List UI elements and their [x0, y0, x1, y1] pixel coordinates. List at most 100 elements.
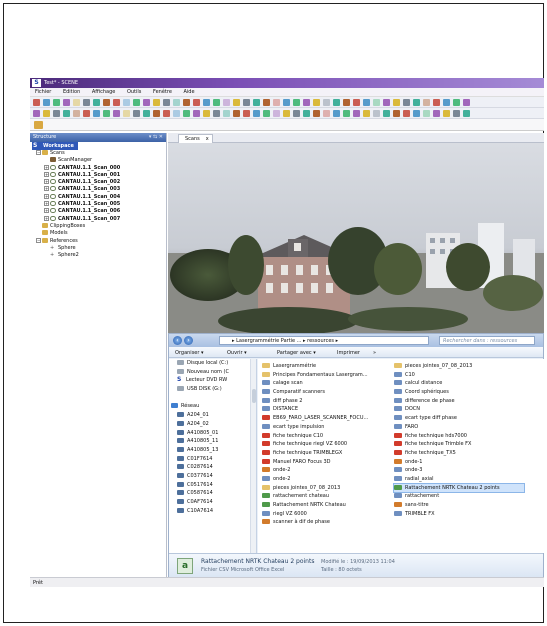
toolbar-tool-icon[interactable] — [333, 109, 340, 117]
expand-icon[interactable]: + — [44, 171, 49, 177]
toolbar-tool-icon[interactable] — [123, 98, 130, 106]
toolbar-tool-icon[interactable] — [43, 98, 50, 106]
tree-node[interactable]: + CANTAU.1.1_Scan_000 — [30, 164, 166, 172]
nav-item[interactable]: A410805_01 — [169, 429, 256, 438]
tree-node[interactable]: + CANTAU.1.1_Scan_003 — [30, 186, 166, 193]
nav-item[interactable]: Nouveau nom (C — [169, 368, 256, 377]
toolbar-tool-icon[interactable] — [53, 109, 60, 117]
tree-node[interactable]: ClippingBoxes — [30, 222, 166, 230]
toolbar-tool-icon[interactable] — [163, 109, 170, 117]
toolbar-tool-icon[interactable] — [373, 98, 380, 106]
file-item[interactable]: EB69_FARO_LASER_SCANNER_FOCU... — [262, 414, 392, 423]
toolbar-tool-icon[interactable] — [413, 98, 420, 106]
file-item[interactable]: FARO — [394, 423, 524, 432]
toolbar-tool-icon[interactable] — [383, 109, 390, 117]
toolbar-tool-icon[interactable] — [213, 98, 220, 106]
toolbar-tool-icon[interactable] — [253, 109, 260, 117]
toolbar-tool-icon[interactable] — [363, 98, 370, 106]
file-item[interactable]: DISTANCE — [262, 405, 392, 414]
breadcrumb[interactable]: ▸ Lasergrammétrie Partie ... ▸ ressource… — [219, 336, 429, 345]
nav-item[interactable]: C01F7614 — [169, 455, 256, 464]
toolbar-tool-icon[interactable] — [413, 109, 420, 117]
tree-node[interactable]: + CANTAU.1.1_Scan_002 — [30, 179, 166, 186]
menu-fichier[interactable]: Fichier — [30, 88, 56, 97]
expand-icon[interactable]: + — [44, 208, 49, 214]
file-item[interactable]: calcul distance — [394, 379, 524, 388]
toolbar-tool-icon[interactable] — [123, 109, 130, 117]
file-item[interactable]: pieces jointes_07_08_2013 — [262, 484, 392, 493]
menu-outils[interactable]: Outils — [122, 88, 146, 97]
tree-node[interactable]: − Scans — [30, 150, 166, 157]
toolbar-tool-icon[interactable] — [173, 98, 180, 106]
toolbar-tool-icon[interactable] — [103, 98, 110, 106]
nav-item[interactable]: A204_01 — [169, 411, 256, 420]
toolbar-tool-icon[interactable] — [93, 109, 100, 117]
menu-affichage[interactable]: Affichage — [87, 88, 121, 97]
toolbar-tool-icon[interactable] — [353, 109, 360, 117]
toolbar-tool-icon[interactable] — [373, 109, 380, 117]
file-item[interactable]: rattachement — [394, 492, 524, 501]
toolbar-tool-icon[interactable] — [303, 109, 310, 117]
toolbar-tool-icon[interactable] — [63, 98, 70, 106]
toolbar-tool-icon[interactable] — [203, 98, 210, 106]
toolbar-tool-icon[interactable] — [453, 109, 460, 117]
folder-tool-icon[interactable] — [34, 121, 43, 129]
file-item[interactable]: fiche technique C10 — [262, 432, 392, 441]
toolbar-tool-icon[interactable] — [273, 109, 280, 117]
file-item[interactable]: sans-titre — [394, 501, 524, 510]
toolbar-tool-icon[interactable] — [143, 109, 150, 117]
print-button[interactable]: Imprimer — [337, 350, 360, 356]
toolbar-tool-icon[interactable] — [283, 109, 290, 117]
file-item[interactable]: Manuel FARO Focus 3D — [262, 458, 392, 467]
collapse-icon[interactable]: − — [36, 237, 41, 243]
file-item[interactable]: fiche technique Trimble FX — [394, 440, 524, 449]
toolbar-tool-icon[interactable] — [93, 98, 100, 106]
file-item[interactable]: fiche technique riegl VZ 6000 — [262, 440, 392, 449]
nav-item[interactable]: A410805_13 — [169, 446, 256, 455]
toolbar-tool-icon[interactable] — [293, 98, 300, 106]
toolbar-tool-icon[interactable] — [453, 98, 460, 106]
tree-node[interactable]: + Sphere2 — [30, 252, 166, 259]
file-item[interactable]: riegl VZ 6000 — [262, 510, 392, 519]
search-input[interactable]: Rechercher dans : ressources — [439, 336, 535, 345]
panel-controls[interactable]: ▾ ⇆ ✕ — [149, 133, 163, 142]
nav-item[interactable]: C10A7614 — [169, 507, 256, 516]
toolbar-tool-icon[interactable] — [433, 98, 440, 106]
tree-node[interactable]: + Sphere — [30, 245, 166, 252]
file-item[interactable]: C10 — [394, 371, 524, 380]
toolbar-tool-icon[interactable] — [153, 109, 160, 117]
toolbar-tool-icon[interactable] — [223, 109, 230, 117]
file-item[interactable]: Comparatif scanners — [262, 388, 392, 397]
file-item[interactable]: Rattachement NRTK Chateau 2 points — [393, 482, 525, 494]
nav-item[interactable]: C0287614 — [169, 463, 256, 472]
toolbar-tool-icon[interactable] — [143, 98, 150, 106]
point-cloud-viewport[interactable] — [168, 143, 544, 333]
toolbar-tool-icon[interactable] — [393, 98, 400, 106]
tree-node[interactable]: − References — [30, 237, 166, 245]
menu-fenetre[interactable]: Fenêtre — [148, 88, 177, 97]
tree-node[interactable]: + CANTAU.1.1_Scan_005 — [30, 201, 166, 208]
tab-scans[interactable]: Scans x — [178, 134, 213, 143]
file-item[interactable]: onde-2 — [262, 475, 392, 484]
toolbar-tool-icon[interactable] — [393, 109, 400, 117]
toolbar-tool-icon[interactable] — [443, 109, 450, 117]
toolbar-tool-icon[interactable] — [193, 98, 200, 106]
open-button[interactable]: Ouvrir ▾ — [227, 350, 247, 356]
toolbar-tool-icon[interactable] — [403, 109, 410, 117]
file-item[interactable]: onde-3 — [394, 466, 524, 475]
toolbar-tool-icon[interactable] — [333, 98, 340, 106]
toolbar-tool-icon[interactable] — [323, 98, 330, 106]
close-icon[interactable]: x — [206, 135, 209, 143]
toolbar-tool-icon[interactable] — [313, 98, 320, 106]
share-button[interactable]: Partager avec ▾ — [277, 350, 316, 356]
toolbar-tool-icon[interactable] — [83, 98, 90, 106]
tree-node[interactable]: + CANTAU.1.1_Scan_007 — [30, 215, 166, 223]
toolbar-tool-icon[interactable] — [183, 98, 190, 106]
nav-item[interactable]: Réseau — [169, 402, 256, 411]
tree-node[interactable]: Models — [30, 230, 166, 237]
toolbar-tool-icon[interactable] — [433, 109, 440, 117]
expand-icon[interactable]: + — [44, 179, 49, 185]
forward-icon[interactable]: › — [184, 336, 193, 345]
organize-button[interactable]: Organiser ▾ — [175, 350, 204, 356]
toolbar-tool-icon[interactable] — [383, 98, 390, 106]
